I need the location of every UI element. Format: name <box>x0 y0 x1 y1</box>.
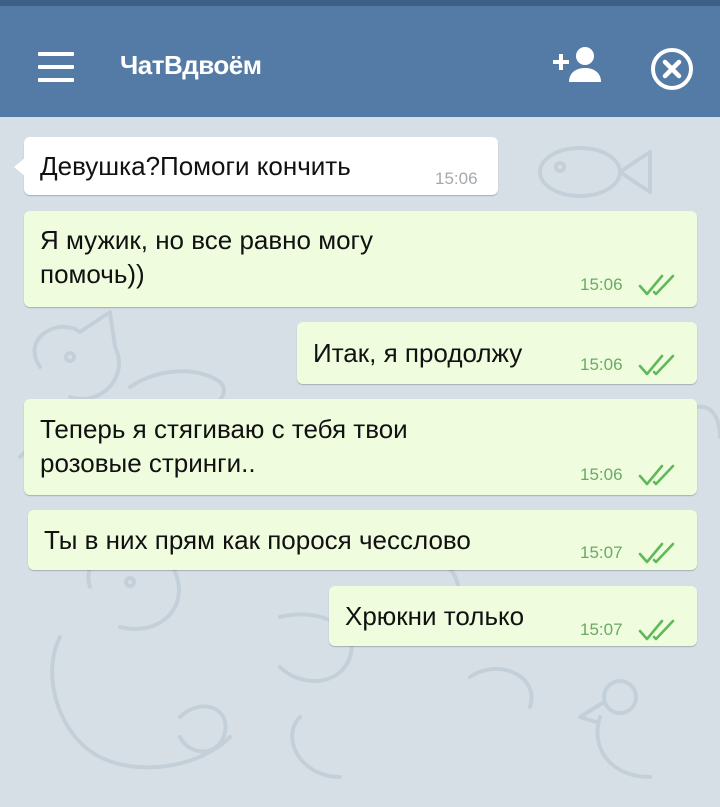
message-bubble-outgoing[interactable]: Итак, я продолжу 15:06 <box>297 322 697 384</box>
message-bubble-outgoing[interactable]: Хрюкни только 15:07 <box>329 586 697 646</box>
message-text-line: Ты в них прям как порося чесслово <box>44 525 471 555</box>
message-text: Я мужик, но все равно могу помочь)) <box>40 223 373 291</box>
message-text-line: розовые стринги.. <box>40 448 256 478</box>
message-text: Итак, я продолжу <box>313 336 522 370</box>
bubble-tail <box>14 157 26 177</box>
message-text: Девушка?Помоги кончить <box>40 149 351 183</box>
message-bubble-outgoing[interactable]: Теперь я стягиваю с тебя твои розовые ст… <box>24 399 697 495</box>
message-bubble-outgoing[interactable]: Я мужик, но все равно могу помочь)) 15:0… <box>24 211 697 307</box>
chat-area[interactable]: Девушка?Помоги кончить 15:06 Я мужик, но… <box>0 117 720 807</box>
message-time: 15:06 <box>580 275 623 294</box>
message-text-line: помочь)) <box>40 259 145 289</box>
message-text-line: Девушка?Помоги кончить <box>40 151 351 181</box>
message-text-line: Итак, я продолжу <box>313 338 523 368</box>
message-time: 15:06 <box>580 355 623 374</box>
message-time: 15:06 <box>580 465 623 484</box>
message-time: 15:07 <box>580 620 623 639</box>
message-text-line: Теперь я стягиваю с тебя твои <box>40 414 408 444</box>
app-header: ЧатВдвоём <box>0 6 720 117</box>
message-time: 15:07 <box>580 543 623 562</box>
add-user-icon[interactable] <box>553 42 603 88</box>
message-text: Хрюкни только <box>345 599 524 633</box>
double-check-icon <box>638 274 675 296</box>
message-bubble-outgoing[interactable]: Ты в них прям как порося чесслово 15:07 <box>28 510 697 570</box>
message-text: Теперь я стягиваю с тебя твои розовые ст… <box>40 412 408 480</box>
message-text-line: Хрюкни только <box>345 601 525 631</box>
double-check-icon <box>638 354 675 376</box>
double-check-icon <box>638 464 675 486</box>
chat-title: ЧатВдвоём <box>120 50 262 80</box>
double-check-icon <box>638 542 675 564</box>
message-text-line: Я мужик, но все равно могу <box>40 225 374 255</box>
message-bubble-incoming[interactable]: Девушка?Помоги кончить 15:06 <box>14 137 498 195</box>
close-circle-icon[interactable] <box>649 46 695 92</box>
hamburger-menu-icon[interactable] <box>38 52 74 82</box>
double-check-icon <box>638 619 675 641</box>
message-time: 15:06 <box>435 169 478 188</box>
message-text: Ты в них прям как порося чесслово <box>44 523 471 557</box>
